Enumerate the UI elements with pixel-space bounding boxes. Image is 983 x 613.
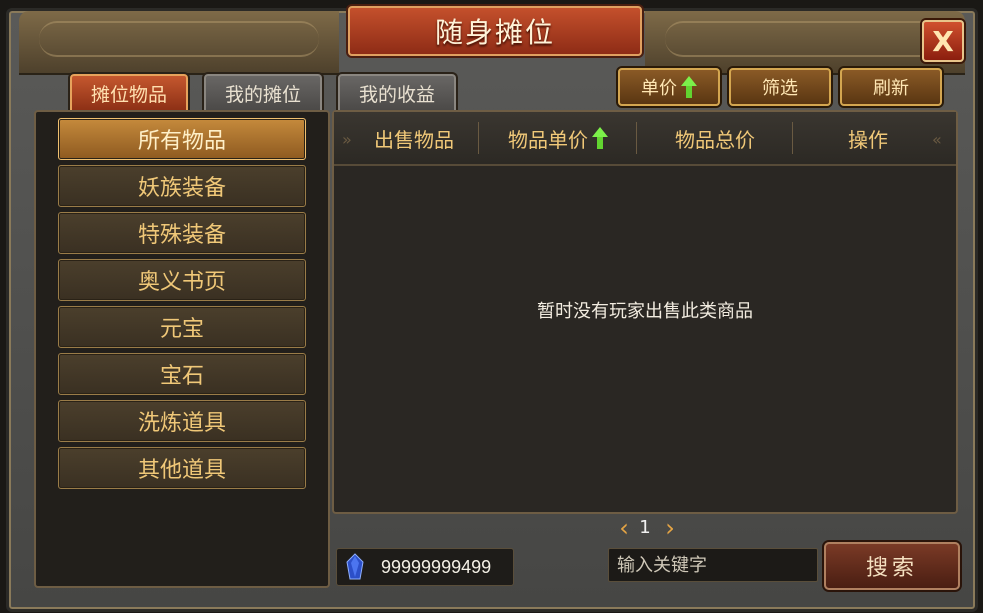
- category-other-items[interactable]: 其他道具: [58, 447, 306, 489]
- category-yuanbao[interactable]: 元宝: [58, 306, 306, 348]
- unit-price-label: 单价: [641, 78, 677, 99]
- tab-my-stall[interactable]: 我的摊位: [202, 72, 324, 112]
- column-divider: [792, 122, 793, 154]
- category-skill-book-pages[interactable]: 奥义书页: [58, 259, 306, 301]
- blue-gem-icon: [346, 553, 364, 580]
- tab-my-earnings[interactable]: 我的收益: [336, 72, 458, 112]
- sort-up-arrow-icon: [681, 76, 697, 98]
- sort-up-arrow-icon: [592, 127, 608, 149]
- column-divider: [636, 122, 637, 154]
- header-left-ornament-icon: »: [342, 130, 352, 149]
- column-header-total-price: 物品总价: [675, 127, 755, 152]
- prev-page-chevron-icon[interactable]: ‹: [616, 516, 632, 540]
- category-demon-equipment[interactable]: 妖族装备: [58, 165, 306, 207]
- frame-ornament-right: [645, 11, 965, 75]
- category-panel: 所有物品 妖族装备 特殊装备 奥义书页 元宝 宝石 洗炼道具 其他道具: [34, 110, 330, 588]
- search-input[interactable]: [608, 548, 818, 582]
- header-right-ornament-icon: «: [932, 130, 942, 149]
- next-page-chevron-icon[interactable]: ›: [662, 516, 678, 540]
- currency-amount: 99999999499: [381, 557, 492, 577]
- column-header-action: 操作: [848, 127, 888, 152]
- column-header-item: 出售物品: [374, 127, 454, 152]
- category-refine-items[interactable]: 洗炼道具: [58, 400, 306, 442]
- table-header: » 出售物品 物品单价 物品总价 操作 «: [334, 112, 956, 166]
- column-header-unit-price[interactable]: 物品单价: [480, 112, 636, 164]
- close-icon: X: [932, 24, 954, 58]
- page-number: 1: [639, 517, 651, 538]
- category-special-equipment[interactable]: 特殊装备: [58, 212, 306, 254]
- search-button[interactable]: 搜索: [824, 542, 960, 590]
- filter-button[interactable]: 筛选: [729, 68, 831, 106]
- refresh-button[interactable]: 刷新: [840, 68, 942, 106]
- unit-price-sort-button[interactable]: 单价: [618, 68, 720, 106]
- close-button[interactable]: X: [922, 20, 964, 62]
- empty-list-message: 暂时没有玩家出售此类商品: [537, 301, 753, 322]
- frame-ornament-left: [19, 11, 339, 75]
- currency-display: 99999999499: [336, 548, 514, 586]
- tab-stall-items[interactable]: 摊位物品: [68, 72, 190, 112]
- column-divider: [478, 122, 479, 154]
- window-title: 随身摊位: [348, 6, 642, 56]
- category-gems[interactable]: 宝石: [58, 353, 306, 395]
- listing-panel: » 出售物品 物品单价 物品总价 操作 « 暂时没有玩家出售此类商品: [332, 110, 958, 514]
- category-all-items[interactable]: 所有物品: [58, 118, 306, 160]
